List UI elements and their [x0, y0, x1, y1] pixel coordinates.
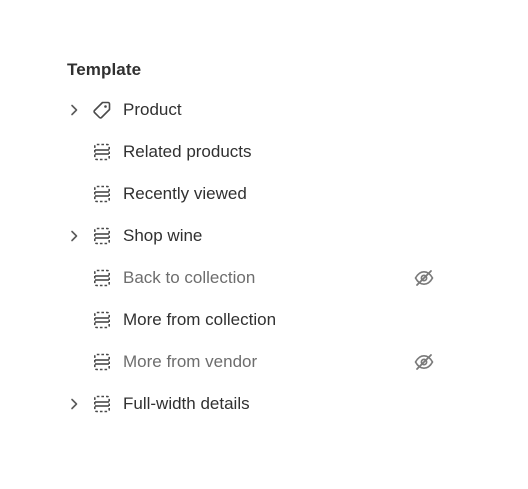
tree-item-related-products[interactable]: Related products	[0, 131, 528, 173]
tree-item-label: More from vendor	[123, 352, 258, 371]
section-icon	[92, 310, 112, 330]
chevron-right-icon[interactable]	[66, 228, 82, 244]
tree-item-more-from-collection[interactable]: More from collection	[0, 299, 528, 341]
section-icon	[92, 394, 112, 414]
section-icon	[92, 226, 112, 246]
chevron-right-icon[interactable]	[66, 396, 82, 412]
tag-icon	[92, 100, 112, 120]
tree-item-recently-viewed[interactable]: Recently viewed	[0, 173, 528, 215]
section-title: Template	[67, 60, 142, 79]
tree-item-label: Recently viewed	[123, 184, 247, 203]
tree-item-label: Shop wine	[123, 226, 203, 245]
eye-off-icon[interactable]	[413, 351, 435, 373]
tree-item-label: Back to collection	[123, 268, 256, 287]
eye-off-icon[interactable]	[413, 267, 435, 289]
tree-item-full-width-details[interactable]: Full-width details	[0, 383, 528, 425]
tree-item-label: Full-width details	[123, 394, 250, 413]
tree-item-label: Related products	[123, 142, 252, 161]
tree-item-more-from-vendor[interactable]: More from vendor	[0, 341, 528, 383]
section-tree: Product Related products Recently viewed…	[0, 89, 528, 425]
section-icon	[92, 184, 112, 204]
chevron-right-icon[interactable]	[66, 102, 82, 118]
tree-item-back-to-collection[interactable]: Back to collection	[0, 257, 528, 299]
section-icon	[92, 268, 112, 288]
tree-item-product[interactable]: Product	[0, 89, 528, 131]
template-panel: Template Product Related products Recent…	[0, 0, 528, 489]
section-icon	[92, 142, 112, 162]
section-icon	[92, 352, 112, 372]
tree-item-shop-wine[interactable]: Shop wine	[0, 215, 528, 257]
tree-item-label: More from collection	[123, 310, 277, 329]
tree-item-label: Product	[123, 100, 182, 119]
